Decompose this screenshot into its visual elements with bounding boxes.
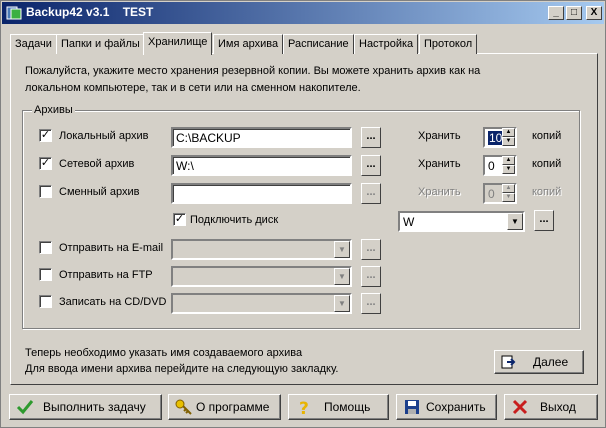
backup-app-icon [6,6,22,20]
network-keep-value[interactable]: 0 [488,159,495,173]
ftp-browse-button[interactable]: ... [361,266,381,287]
connect-disk-checkbox[interactable]: ✓ [173,213,186,226]
drive-browse-button[interactable]: ... [534,210,554,231]
green-check-icon [16,400,34,415]
removable-keep-spinner[interactable]: 0 ▲ ▼ [483,183,517,204]
tab-storage[interactable]: Хранилище [143,32,213,55]
ftp-select[interactable]: ▼ [171,266,352,287]
network-archive-path-input[interactable]: W:\ [171,155,352,176]
minimize-button[interactable]: _ [548,6,564,20]
footnote-line-1: Теперь необходимо указать имя создаваемо… [25,347,303,359]
chevron-down-icon[interactable]: ▼ [334,295,350,312]
tab-log[interactable]: Протокол [419,34,478,54]
connect-disk-label: Подключить диск [190,214,279,226]
footnote-text: Теперь необходимо указать имя создаваемо… [25,345,338,377]
removable-keep-value[interactable]: 0 [488,187,495,201]
network-archive-label: Сетевой архив [59,158,135,170]
intro-text: Пожалуйста, укажите место хранения резер… [25,63,585,97]
cd-label: Записать на CD/DVD [59,296,167,308]
save-button[interactable]: Сохранить [396,394,497,420]
run-task-label: Выполнить задачу [43,400,146,414]
red-x-icon [512,399,528,415]
email-checkbox[interactable] [39,241,52,254]
chevron-down-icon[interactable]: ▼ [334,268,350,285]
network-keep-label: Хранить [418,158,461,170]
about-label: О программе [196,400,270,414]
question-mark-icon: ? [299,399,309,416]
removable-keep-label: Хранить [418,186,461,198]
svg-text:?: ? [299,399,309,416]
spin-up-icon[interactable]: ▲ [502,156,515,165]
save-label: Сохранить [426,400,486,414]
removable-copies-label: копий [532,186,562,198]
maximize-button[interactable]: □ [566,6,582,20]
local-keep-spinner[interactable]: 10 ▲ ▼ [483,127,517,148]
local-copies-label: копий [532,130,562,142]
local-archive-checkbox[interactable]: ✓ [39,129,52,142]
tab-schedule[interactable]: Расписание [283,34,354,54]
network-keep-spinner[interactable]: 0 ▲ ▼ [483,155,517,176]
local-archive-label: Локальный архив [59,130,149,142]
local-archive-browse-button[interactable]: ... [361,127,381,148]
local-keep-label: Хранить [418,130,461,142]
spin-down-icon[interactable]: ▼ [502,165,515,174]
spin-up-icon[interactable]: ▲ [502,128,515,137]
removable-archive-path-input[interactable] [171,183,352,204]
archives-group-label: Архивы [32,104,75,116]
exit-button[interactable]: Выход [504,394,598,420]
local-archive-path-input[interactable]: C:\BACKUP [171,127,352,148]
window-title: Backup42 v3.1 TEST [26,5,154,19]
tab-archive-name[interactable]: Имя архива [213,34,284,54]
tab-tasks[interactable]: Задачи [10,34,57,54]
close-button[interactable]: X [586,6,602,20]
drive-letter-select[interactable]: W ▼ [398,211,525,232]
removable-keep-spin-buttons[interactable]: ▲ ▼ [502,184,515,203]
spin-up-icon[interactable]: ▲ [502,184,515,193]
footnote-line-2: Для ввода имени архива перейдите на след… [25,363,339,375]
drive-letter-value: W [403,215,415,229]
run-task-button[interactable]: Выполнить задачу [9,394,162,420]
spin-down-icon[interactable]: ▼ [502,193,515,202]
intro-line-2: локальном компьютере, так и в сети или н… [25,82,361,94]
tab-folders[interactable]: Папки и файлы [56,34,145,54]
removable-archive-label: Сменный архив [59,186,140,198]
local-keep-spin-buttons[interactable]: ▲ ▼ [502,128,515,147]
tab-settings[interactable]: Настройка [354,34,419,54]
next-button-label: Далее [533,355,569,369]
email-select[interactable]: ▼ [171,239,352,260]
title-bar[interactable]: Backup42 v3.1 TEST _ □ X [2,2,604,24]
next-button[interactable]: Далее [494,350,584,374]
exit-label: Выход [540,400,576,414]
about-button[interactable]: О программе [168,394,281,420]
spin-down-icon[interactable]: ▼ [502,137,515,146]
network-archive-browse-button[interactable]: ... [361,155,381,176]
ftp-checkbox[interactable] [39,268,52,281]
chevron-down-icon[interactable]: ▼ [334,241,350,258]
help-label: Помощь [324,400,371,414]
key-icon [175,399,192,415]
ftp-label: Отправить на FTP [59,269,153,281]
intro-line-1: Пожалуйста, укажите место хранения резер… [25,65,481,77]
email-label: Отправить на E-mail [59,242,164,254]
email-browse-button[interactable]: ... [361,239,381,260]
network-archive-checkbox[interactable]: ✓ [39,157,52,170]
chevron-down-icon[interactable]: ▼ [507,213,523,230]
cd-select[interactable]: ▼ [171,293,352,314]
removable-archive-browse-button[interactable]: ... [361,183,381,204]
cd-checkbox[interactable] [39,295,52,308]
floppy-disk-icon [405,400,419,414]
help-button[interactable]: ? Помощь [288,394,389,420]
next-page-icon [501,355,516,369]
removable-archive-checkbox[interactable] [39,185,52,198]
cd-browse-button[interactable]: ... [361,293,381,314]
main-window: Backup42 v3.1 TEST _ □ X Задачи Папки и … [0,0,606,428]
network-keep-spin-buttons[interactable]: ▲ ▼ [502,156,515,175]
network-copies-label: копий [532,158,562,170]
